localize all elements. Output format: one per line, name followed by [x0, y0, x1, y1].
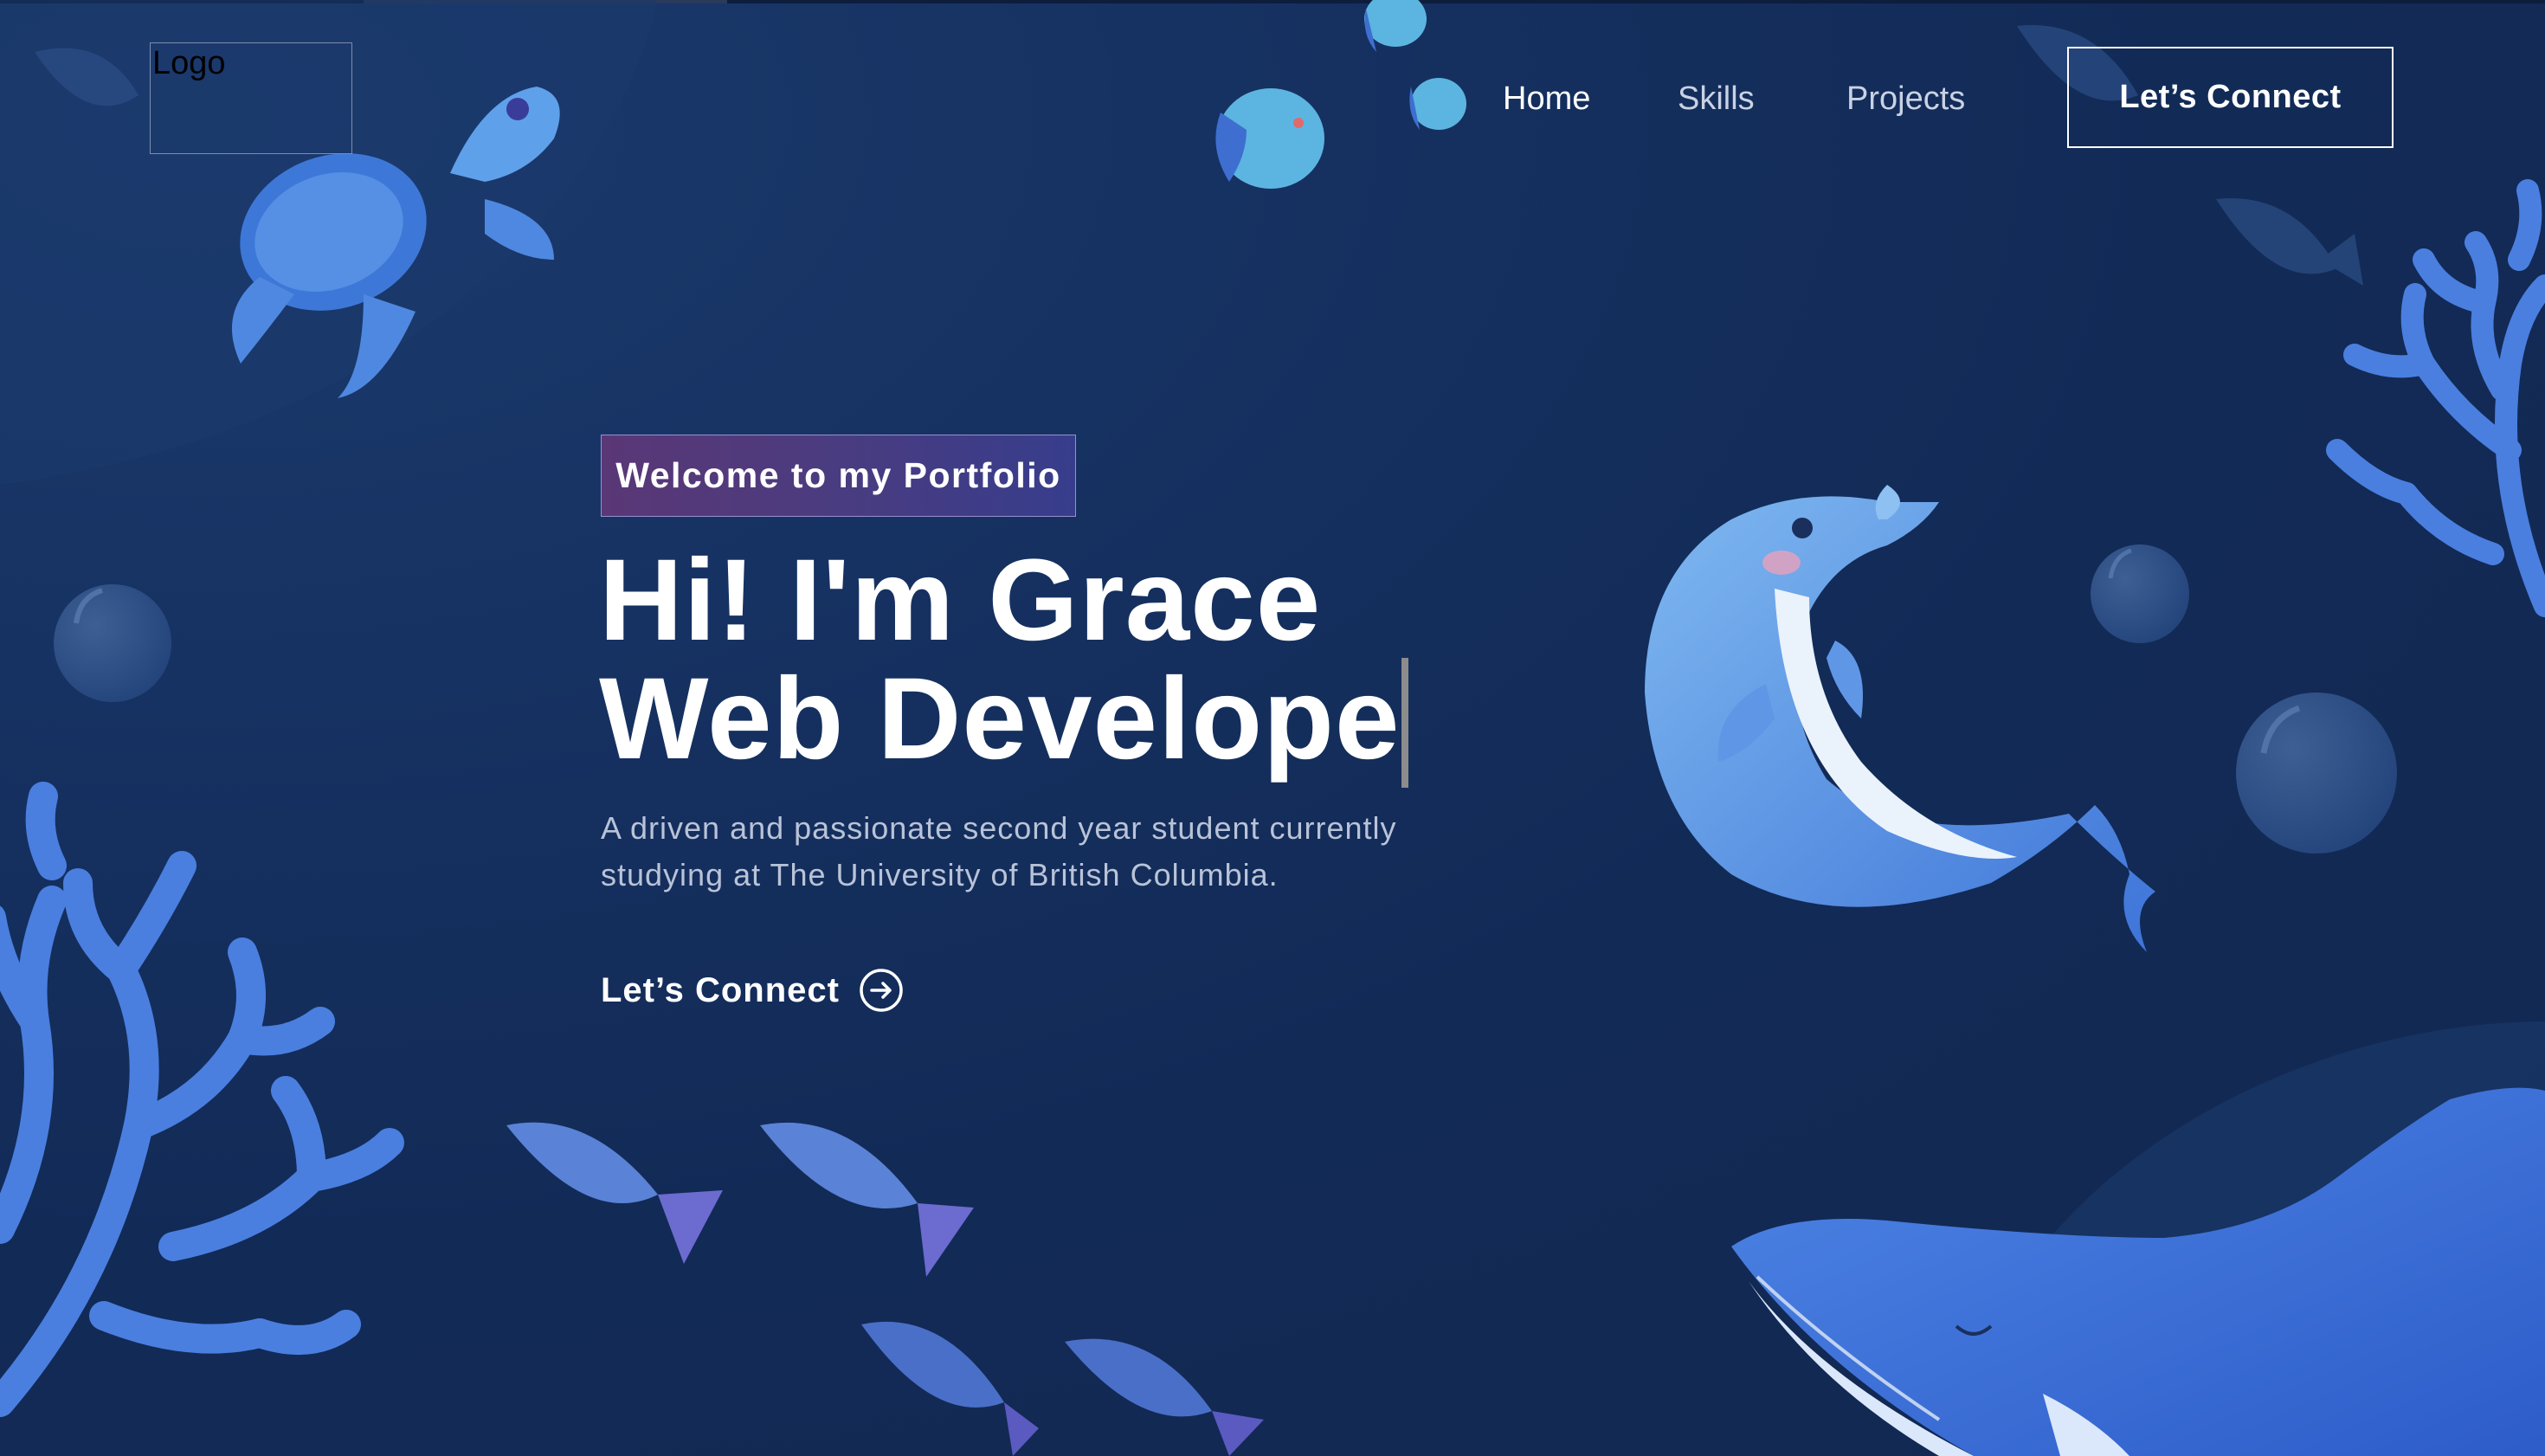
bubble-icon	[2091, 544, 2189, 643]
nav-connect-label: Let’s Connect	[2119, 79, 2342, 115]
nav-connect-button[interactable]: Let’s Connect	[2067, 47, 2394, 148]
hero-connect-label: Let’s Connect	[601, 970, 840, 1009]
fish-icon	[506, 1122, 723, 1264]
hero-title-line-2: Web Develope	[599, 654, 1401, 783]
welcome-tagline: Welcome to my Portfolio	[601, 435, 1076, 517]
nav-skills-link[interactable]: Skills	[1678, 80, 1755, 118]
fish-icon	[1065, 1338, 1264, 1456]
hero-title: Hi! I'm Grace Web Develope	[599, 536, 1409, 788]
nav-projects-link[interactable]: Projects	[1846, 80, 1965, 118]
logo-placeholder[interactable]: Logo	[150, 42, 352, 154]
hero-section: Logo Home Skills Projects Let’s Connect …	[0, 0, 2545, 1456]
hero-description: A driven and passionate second year stud…	[601, 810, 1397, 892]
fish-icon	[1215, 88, 1324, 189]
coral-icon	[2326, 179, 2545, 617]
coral-icon	[0, 782, 404, 1417]
fish-icon	[1364, 0, 1427, 52]
fish-icon	[760, 1122, 974, 1277]
fish-icon	[861, 1321, 1039, 1456]
arrow-right-circle-icon	[860, 969, 903, 1012]
typing-cursor	[1401, 658, 1409, 788]
hero-connect-link[interactable]: Let’s Connect	[601, 968, 904, 1013]
dolphin-icon	[1645, 485, 2155, 952]
bubble-icon	[54, 584, 171, 702]
bubble-icon	[2236, 693, 2397, 854]
fish-icon	[1409, 78, 1466, 130]
whale-icon	[1731, 1087, 2545, 1456]
logo-text: Logo	[152, 45, 226, 81]
hero-title-line-1: Hi! I'm Grace	[599, 536, 1322, 665]
nav-home-link[interactable]: Home	[1503, 80, 1590, 118]
tagline-text: Welcome to my Portfolio	[615, 455, 1061, 495]
